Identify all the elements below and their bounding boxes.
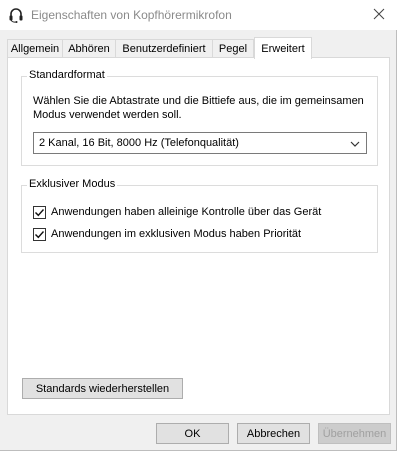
restore-defaults-button[interactable]: Standards wiederherstellen [22, 378, 183, 399]
exclusive-control-label: Anwendungen haben alleinige Kontrolle üb… [51, 206, 322, 218]
format-description: Wählen Sie die Abtastrate und die Bittie… [33, 95, 364, 121]
group-caption-standardformat: Standardformat [27, 69, 107, 81]
tab-abhoeren[interactable]: Abhören [62, 39, 116, 58]
tab-page-erweitert: Standardformat Wählen Sie die Abtastrate… [7, 57, 390, 415]
exclusive-control-checkbox[interactable] [33, 205, 46, 219]
properties-dialog: Eigenschaften von Kopfhörermikrofon Allg… [0, 0, 397, 451]
chevron-down-icon [350, 139, 360, 151]
tab-erweitert[interactable]: Erweitert [254, 37, 312, 59]
format-selected-value: 2 Kanal, 16 Bit, 8000 Hz (Telefonqualitä… [39, 137, 239, 149]
exclusive-priority-checkbox[interactable] [33, 227, 46, 241]
apply-button[interactable]: Übernehmen [318, 423, 391, 444]
tab-pegel[interactable]: Pegel [212, 39, 254, 58]
group-standardformat: Standardformat Wählen Sie die Abtastrate… [21, 69, 378, 166]
headset-icon [8, 7, 24, 23]
ok-button[interactable]: OK [156, 423, 229, 444]
close-icon [373, 8, 385, 23]
exclusive-priority-option[interactable]: Anwendungen im exklusiven Modus haben Pr… [33, 226, 301, 242]
cancel-button[interactable]: Abbrechen [237, 423, 310, 444]
window-title: Eigenschaften von Kopfhörermikrofon [31, 8, 232, 22]
group-exclusive-mode: Exklusiver Modus Anwendungen haben allei… [21, 178, 378, 253]
format-dropdown[interactable]: 2 Kanal, 16 Bit, 8000 Hz (Telefonqualitä… [33, 132, 367, 154]
close-button[interactable] [361, 0, 397, 30]
tab-benutzerdefiniert[interactable]: Benutzerdefiniert [115, 39, 213, 58]
tab-allgemein[interactable]: Allgemein [7, 39, 63, 58]
exclusive-control-option[interactable]: Anwendungen haben alleinige Kontrolle üb… [33, 204, 321, 220]
group-caption-exclusive-mode: Exklusiver Modus [27, 178, 118, 190]
exclusive-priority-label: Anwendungen im exklusiven Modus haben Pr… [51, 228, 302, 240]
title-bar: Eigenschaften von Kopfhörermikrofon [0, 0, 397, 30]
